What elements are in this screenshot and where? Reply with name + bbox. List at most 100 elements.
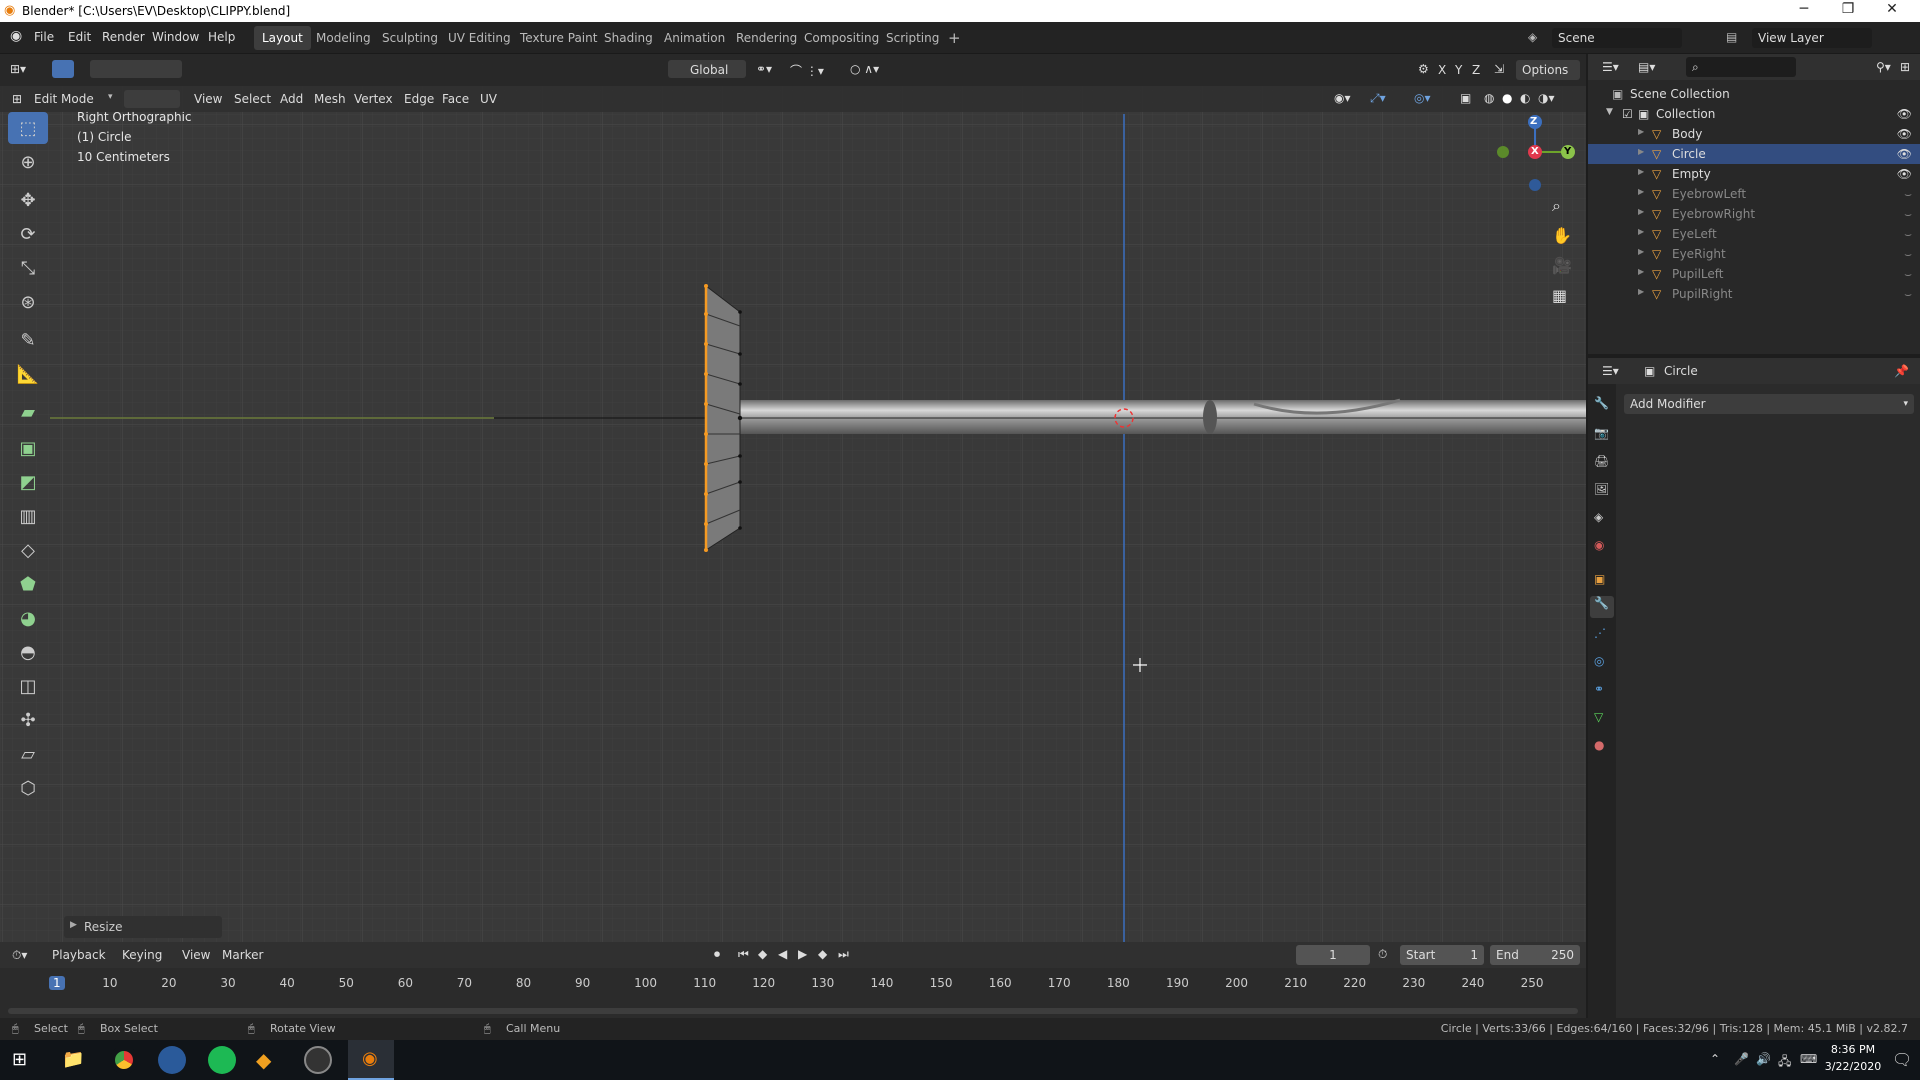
taskbar-date[interactable]: 3/22/2020 bbox=[1818, 1060, 1888, 1073]
axis-y-toggle[interactable]: Y bbox=[1455, 63, 1462, 77]
world-tab-icon[interactable]: ◉ bbox=[1594, 538, 1604, 552]
expand-icon[interactable]: ▶ bbox=[1638, 287, 1644, 296]
scale-icon[interactable]: ⤡ bbox=[8, 252, 48, 284]
outliner-item[interactable]: ▶ ▽ Body 👁 bbox=[1588, 124, 1920, 144]
tab-compositing[interactable]: Compositing bbox=[796, 26, 887, 50]
mode-dropdown[interactable]: Edit Mode bbox=[34, 92, 94, 106]
eye-icon[interactable]: 👁 bbox=[1897, 127, 1912, 141]
data-tab-icon[interactable]: ▽ bbox=[1594, 710, 1603, 724]
axis-z-toggle[interactable]: Z bbox=[1472, 63, 1480, 77]
tab-sculpting[interactable]: Sculpting bbox=[374, 26, 446, 50]
eye-icon[interactable]: 👁 bbox=[1897, 107, 1912, 121]
options-dropdown[interactable]: Options bbox=[1516, 60, 1580, 80]
menu-window[interactable]: Window bbox=[152, 30, 199, 44]
xray-icon[interactable]: ▣ bbox=[1460, 91, 1471, 105]
knife-icon[interactable]: ◇ bbox=[8, 534, 48, 566]
viewport-canvas[interactable] bbox=[0, 54, 1586, 942]
menu-face[interactable]: Face bbox=[442, 92, 469, 106]
vertex-edge-face-buttons[interactable] bbox=[124, 90, 180, 108]
eye-icon[interactable]: 👁 bbox=[1897, 147, 1912, 161]
axis-x-toggle[interactable]: X bbox=[1438, 63, 1446, 77]
play-reverse-icon[interactable]: ◀ bbox=[778, 947, 787, 961]
jump-start-icon[interactable]: ⏮ bbox=[738, 947, 749, 962]
selection-mode-buttons[interactable] bbox=[90, 60, 182, 78]
annotate-icon[interactable]: ✎ bbox=[8, 324, 48, 356]
menu-view[interactable]: View bbox=[194, 92, 222, 106]
microphone-icon[interactable]: 🎤 bbox=[1734, 1052, 1749, 1066]
expand-icon[interactable]: ▶ bbox=[1638, 147, 1644, 156]
outliner-item[interactable]: ▶ ▽ EyeLeft ⌣ bbox=[1588, 224, 1920, 244]
expand-icon[interactable]: ▶ bbox=[1638, 227, 1644, 236]
davinci-resolve-icon[interactable] bbox=[158, 1046, 186, 1074]
tab-uv-editing[interactable]: UV Editing bbox=[440, 26, 519, 50]
cursor-icon[interactable]: ⊕ bbox=[8, 146, 48, 178]
edge-slide-icon[interactable]: ◫ bbox=[8, 670, 48, 702]
eye-closed-icon[interactable]: ⌣ bbox=[1904, 207, 1912, 222]
outliner-item[interactable]: ▶ ▽ Empty 👁 bbox=[1588, 164, 1920, 184]
restore-button[interactable]: ❐ bbox=[1828, 1, 1868, 17]
outliner-item[interactable]: ▶ ▽ Circle 👁 bbox=[1588, 144, 1920, 164]
eye-closed-icon[interactable]: ⌣ bbox=[1904, 247, 1912, 262]
measure-icon[interactable]: 📐 bbox=[8, 358, 48, 390]
filter-icon[interactable]: ⚲▾ bbox=[1876, 60, 1891, 74]
physics-tab-icon[interactable]: ◎ bbox=[1594, 654, 1604, 668]
shading-wireframe-icon[interactable]: ◍ bbox=[1484, 91, 1494, 105]
expand-icon[interactable]: ▶ bbox=[1638, 247, 1644, 256]
transform-icon[interactable]: ⊛ bbox=[8, 286, 48, 318]
obs-icon[interactable] bbox=[304, 1046, 332, 1074]
material-tab-icon[interactable]: ● bbox=[1594, 738, 1604, 752]
blender-taskbar-icon[interactable]: ◉ bbox=[348, 1040, 394, 1080]
select-tool-icon[interactable] bbox=[52, 60, 74, 78]
menu-playback[interactable]: Playback bbox=[52, 948, 106, 962]
taskbar-time[interactable]: 8:36 PM bbox=[1818, 1043, 1888, 1056]
spin-icon[interactable]: ◕ bbox=[8, 602, 48, 634]
menu-timeline-view[interactable]: View bbox=[182, 948, 210, 962]
prev-keyframe-icon[interactable]: ◆ bbox=[758, 947, 767, 961]
modifier-tab-icon[interactable]: 🔧 bbox=[1590, 596, 1614, 618]
new-collection-icon[interactable]: ⊞ bbox=[1900, 60, 1910, 74]
last-operator-panel[interactable]: ▶ Resize bbox=[64, 916, 222, 938]
ortho-grid-icon[interactable]: ▦ bbox=[1552, 286, 1567, 305]
outliner-item[interactable]: ▶ ▽ EyebrowLeft ⌣ bbox=[1588, 184, 1920, 204]
view-layer-tab-icon[interactable]: 🖼 bbox=[1594, 482, 1609, 496]
spotify-icon[interactable] bbox=[208, 1046, 236, 1074]
tab-texture-paint[interactable]: Texture Paint bbox=[512, 26, 605, 50]
camera-view-icon[interactable]: 🎥 bbox=[1552, 256, 1572, 275]
menu-select[interactable]: Select bbox=[234, 92, 271, 106]
outliner-scene-collection[interactable]: ▣ Scene Collection bbox=[1588, 84, 1920, 104]
file-explorer-icon[interactable]: 📁 bbox=[62, 1049, 84, 1070]
pivot-icon[interactable]: ⚭▾ bbox=[756, 62, 772, 76]
auto-merge-icon[interactable]: ⇲ bbox=[1494, 62, 1504, 76]
scene-selector[interactable]: Scene bbox=[1552, 28, 1682, 48]
output-tab-icon[interactable]: 🖨 bbox=[1594, 454, 1609, 468]
notification-icon[interactable]: 🗨 bbox=[1892, 1050, 1912, 1069]
menu-edit[interactable]: Edit bbox=[68, 30, 91, 44]
network-icon[interactable]: 🖧 bbox=[1778, 1052, 1791, 1073]
scene-tab-icon[interactable]: ◈ bbox=[1594, 510, 1603, 524]
mirror-icon[interactable]: ⚙ bbox=[1418, 62, 1429, 76]
add-modifier-dropdown[interactable]: Add Modifier ▾ bbox=[1624, 394, 1914, 414]
outliner-item[interactable]: ▶ ▽ EyeRight ⌣ bbox=[1588, 244, 1920, 264]
view-layer-selector[interactable]: View Layer bbox=[1752, 28, 1872, 48]
outliner-collection[interactable]: ▼ ☑ ▣ Collection 👁 bbox=[1588, 104, 1920, 124]
outliner-item[interactable]: ▶ ▽ PupilLeft ⌣ bbox=[1588, 264, 1920, 284]
eye-closed-icon[interactable]: ⌣ bbox=[1904, 267, 1912, 282]
tab-modeling[interactable]: Modeling bbox=[308, 26, 379, 50]
snap-icon[interactable]: ⌒ ⋮▾ bbox=[790, 62, 824, 79]
eye-icon[interactable]: 👁 bbox=[1897, 167, 1912, 181]
menu-file[interactable]: File bbox=[34, 30, 54, 44]
windows-start-icon[interactable]: ⊞ bbox=[12, 1049, 27, 1070]
loop-cut-icon[interactable]: ▥ bbox=[8, 500, 48, 532]
tray-chevron-icon[interactable]: ⌃ bbox=[1710, 1052, 1720, 1066]
add-workspace-button[interactable]: + bbox=[940, 26, 969, 50]
tab-rendering[interactable]: Rendering bbox=[728, 26, 805, 50]
minimize-button[interactable]: ─ bbox=[1784, 1, 1824, 17]
pan-hand-icon[interactable]: ✋ bbox=[1552, 226, 1572, 245]
menu-render[interactable]: Render bbox=[102, 30, 145, 44]
shading-material-icon[interactable]: ◐ bbox=[1520, 91, 1530, 105]
timeline-editor-icon[interactable]: ⏱▾ bbox=[12, 948, 27, 963]
menu-marker[interactable]: Marker bbox=[222, 948, 263, 962]
shading-solid-icon[interactable]: ● bbox=[1502, 91, 1512, 105]
rip-icon[interactable]: ⬡ bbox=[8, 772, 48, 804]
next-keyframe-icon[interactable]: ◆ bbox=[818, 947, 827, 961]
